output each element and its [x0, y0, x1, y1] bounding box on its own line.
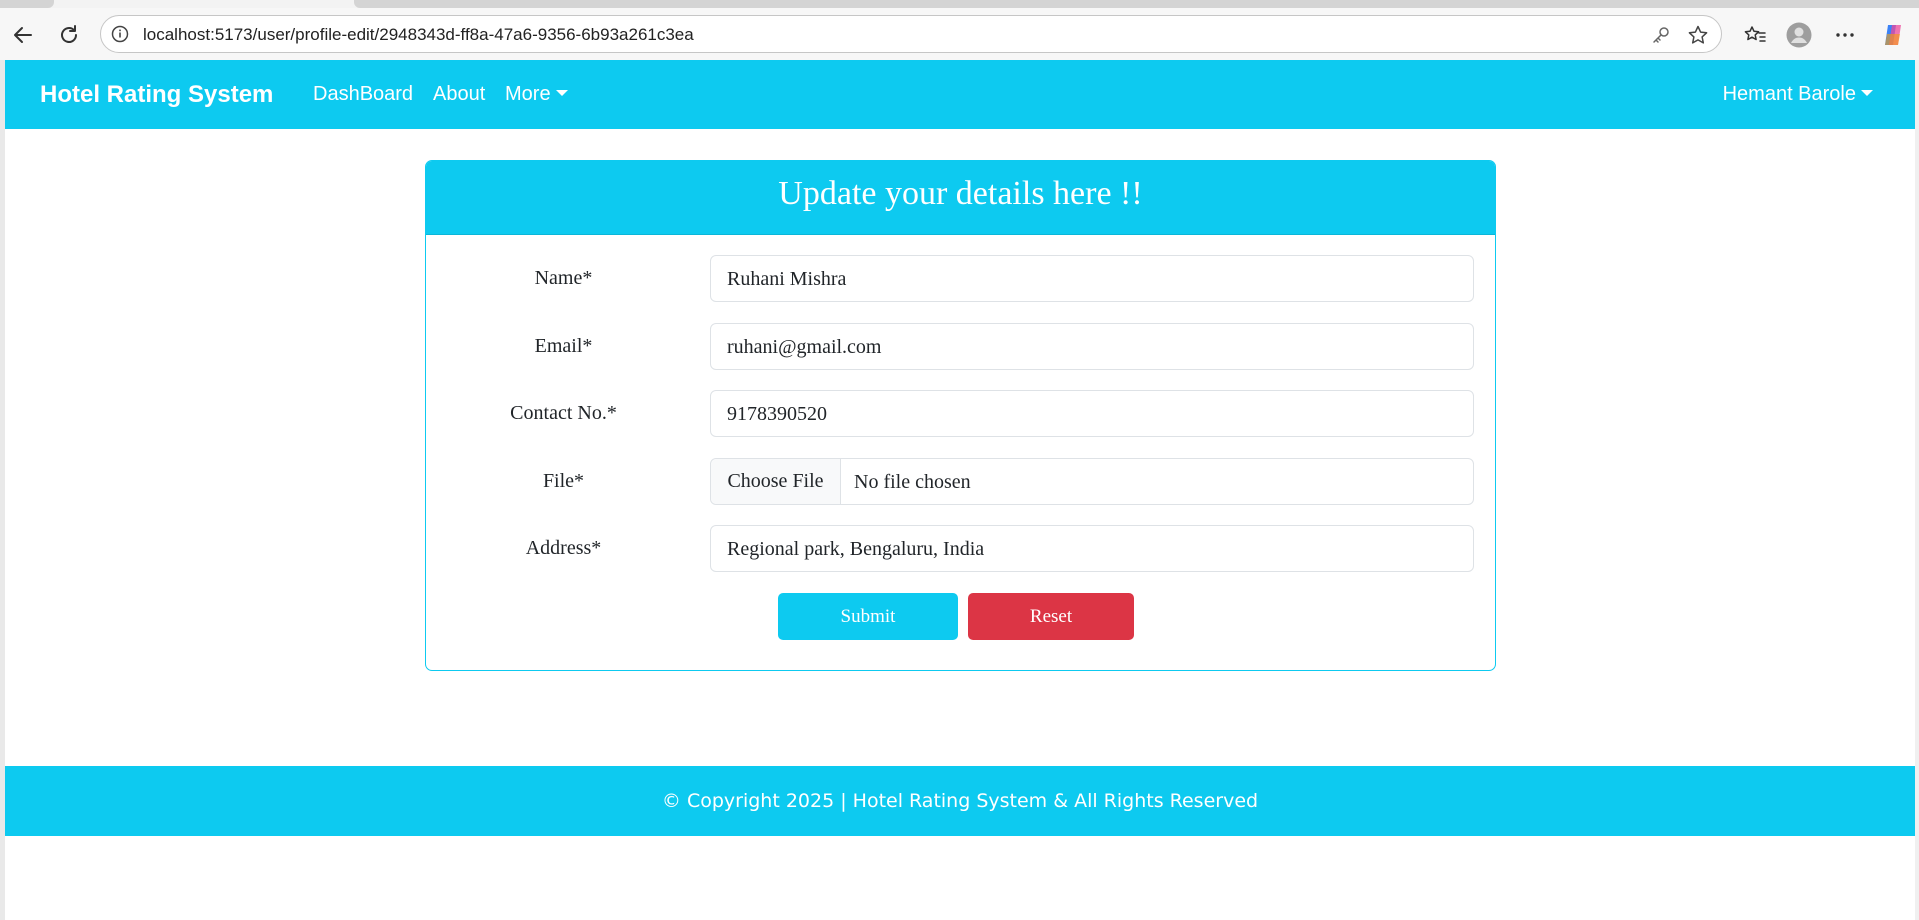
address-label: Address* [525, 537, 602, 559]
user-name: Hemant Barole [1722, 83, 1856, 105]
copilot-icon[interactable] [1880, 22, 1906, 48]
profile-avatar-icon[interactable] [1786, 22, 1812, 48]
contact-value: 9178390520 [727, 403, 827, 425]
address-value: Regional park, Bengaluru, India [727, 538, 985, 560]
card-title: Update your details here !! [426, 161, 1495, 235]
name-label: Name* [534, 267, 593, 289]
form-row-file: File* Choose File No file chosen [426, 458, 1495, 505]
browser-tab[interactable] [0, 0, 54, 8]
url-text[interactable]: localhost:5173/user/profile-edit/2948343… [143, 25, 694, 45]
form-row-contact: Contact No.* 9178390520 [426, 390, 1495, 437]
app-navbar: Hotel Rating System DashBoard About More… [5, 60, 1915, 129]
address-bar[interactable]: localhost:5173/user/profile-edit/2948343… [100, 15, 1722, 53]
footer-copyright: © Copyright 2025 | Hotel Rating System &… [661, 790, 1259, 812]
profile-edit-card: Update your details here !! Name* Ruhani… [425, 160, 1496, 671]
browser-tab[interactable] [354, 0, 1919, 8]
nav-link-about[interactable]: About [433, 83, 485, 106]
info-icon[interactable] [111, 25, 129, 43]
key-icon[interactable] [1651, 25, 1671, 45]
browser-toolbar: localhost:5173/user/profile-edit/2948343… [0, 8, 1919, 60]
choose-file-button[interactable]: Choose File [711, 459, 841, 504]
file-input[interactable]: Choose File No file chosen [710, 458, 1474, 505]
caret-down-icon [555, 90, 568, 96]
submit-button[interactable]: Submit [778, 593, 958, 640]
nav-link-dashboard[interactable]: DashBoard [313, 83, 413, 106]
favorites-icon[interactable] [1742, 22, 1768, 48]
address-input[interactable]: Regional park, Bengaluru, India [710, 525, 1474, 572]
form-row-email: Email* ruhani@gmail.com [426, 323, 1495, 370]
contact-input[interactable]: 9178390520 [710, 390, 1474, 437]
email-input[interactable]: ruhani@gmail.com [710, 323, 1474, 370]
tab-strip [0, 0, 1919, 8]
file-label: File* [542, 470, 585, 492]
brand-link[interactable]: Hotel Rating System [40, 81, 273, 109]
star-icon[interactable] [1687, 24, 1709, 46]
more-options-icon[interactable] [1832, 22, 1858, 48]
file-status-text: No file chosen [854, 471, 971, 493]
nav-dropdown-more[interactable]: More [505, 83, 568, 106]
name-value: Ruhani Mishra [727, 268, 847, 290]
reload-icon[interactable] [56, 22, 82, 48]
footer: © Copyright 2025 | Hotel Rating System &… [5, 766, 1915, 836]
window-edge [1915, 60, 1919, 920]
back-icon[interactable] [10, 22, 36, 48]
contact-label: Contact No.* [510, 402, 617, 424]
name-input[interactable]: Ruhani Mishra [710, 255, 1474, 302]
form-row-address: Address* Regional park, Bengaluru, India [426, 525, 1495, 572]
email-label: Email* [534, 335, 593, 357]
nav-dropdown-label: More [505, 83, 551, 105]
form-row-name: Name* Ruhani Mishra [426, 255, 1495, 302]
user-menu-dropdown[interactable]: Hemant Barole [1723, 83, 1873, 106]
reset-button[interactable]: Reset [968, 593, 1134, 640]
email-value: ruhani@gmail.com [727, 336, 882, 358]
caret-down-icon [1861, 90, 1873, 96]
